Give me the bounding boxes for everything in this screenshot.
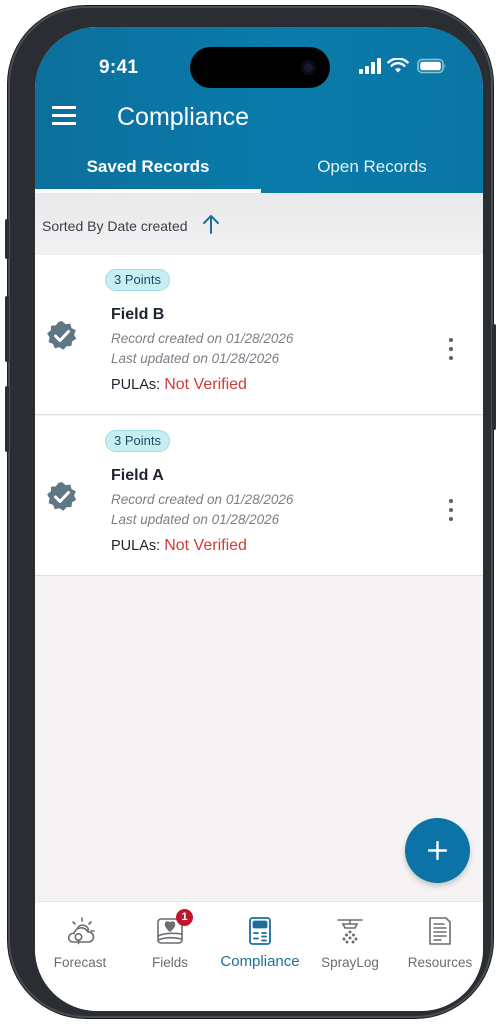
record-created-date: Record created on 01/28/2026 bbox=[111, 331, 294, 346]
arrow-up-icon[interactable] bbox=[201, 213, 221, 235]
bottom-navigation: Forecast 1 Fields Compliance SprayLog Re… bbox=[35, 901, 483, 1011]
cellular-signal-icon bbox=[359, 58, 381, 74]
wifi-icon bbox=[387, 58, 409, 73]
nav-label-resources: Resources bbox=[407, 955, 473, 970]
nav-item-resources[interactable]: Resources bbox=[395, 902, 483, 992]
sort-label[interactable]: Sorted By Date created bbox=[42, 218, 188, 234]
hamburger-menu-icon[interactable] bbox=[52, 106, 76, 126]
action-button bbox=[5, 219, 9, 259]
add-record-button[interactable] bbox=[405, 818, 470, 883]
nav-label-compliance: Compliance bbox=[220, 953, 300, 970]
battery-icon bbox=[417, 58, 446, 74]
nav-item-spraylog[interactable]: SprayLog bbox=[305, 902, 395, 992]
more-options-icon[interactable] bbox=[445, 338, 457, 360]
calculator-icon bbox=[249, 917, 271, 945]
page-title: Compliance bbox=[117, 103, 250, 131]
pulas-label: PULAs: bbox=[111, 538, 161, 554]
tab-open-records[interactable]: Open Records bbox=[261, 157, 483, 193]
pulas-value: Not Verified bbox=[164, 537, 247, 554]
dynamic-island bbox=[190, 47, 330, 88]
nav-item-forecast[interactable]: Forecast bbox=[35, 902, 125, 992]
app-header: 9:41 Compliance Saved Records Open Recor… bbox=[35, 27, 483, 193]
points-badge: 3 Points bbox=[105, 430, 170, 452]
record-card[interactable]: 3 Points Field B Record created on 01/28… bbox=[35, 255, 483, 415]
record-card[interactable]: 3 Points Field A Record created on 01/28… bbox=[35, 416, 483, 576]
tab-saved-records[interactable]: Saved Records bbox=[35, 157, 261, 193]
points-badge: 3 Points bbox=[105, 269, 170, 291]
verified-badge-icon bbox=[47, 321, 77, 350]
fields-notification-badge: 1 bbox=[176, 909, 193, 926]
nav-label-spraylog: SprayLog bbox=[321, 955, 379, 970]
pulas-status: PULAs: Not Verified bbox=[111, 537, 247, 555]
status-time: 9:41 bbox=[99, 57, 139, 78]
front-camera bbox=[301, 60, 316, 75]
nav-label-forecast: Forecast bbox=[53, 955, 107, 970]
record-updated-date: Last updated on 01/28/2026 bbox=[111, 351, 280, 366]
cloud-sun-icon bbox=[67, 917, 95, 945]
record-field-name: Field A bbox=[111, 467, 164, 484]
status-bar: 9:41 bbox=[35, 27, 483, 97]
volume-up-button bbox=[5, 296, 9, 362]
phone-screen: 9:41 Compliance Saved Records Open Recor… bbox=[35, 27, 483, 1011]
verified-badge-icon bbox=[47, 482, 77, 511]
more-options-icon[interactable] bbox=[445, 499, 457, 521]
power-button bbox=[492, 324, 496, 430]
record-field-name: Field B bbox=[111, 306, 165, 323]
sprayer-icon bbox=[337, 919, 363, 944]
nav-item-compliance[interactable]: Compliance bbox=[215, 902, 305, 992]
document-icon bbox=[429, 917, 451, 945]
plus-icon bbox=[428, 841, 447, 860]
status-icons bbox=[359, 58, 447, 76]
nav-item-fields[interactable]: 1 Fields bbox=[125, 902, 215, 992]
phone-frame: 9:41 Compliance Saved Records Open Recor… bbox=[5, 6, 496, 1018]
sort-bar: Sorted By Date created bbox=[35, 193, 483, 255]
nav-label-fields: Fields bbox=[151, 955, 188, 970]
pulas-value: Not Verified bbox=[164, 376, 247, 393]
pulas-label: PULAs: bbox=[111, 377, 161, 393]
record-created-date: Record created on 01/28/2026 bbox=[111, 492, 294, 507]
pulas-status: PULAs: Not Verified bbox=[111, 376, 247, 394]
volume-down-button bbox=[5, 386, 9, 452]
record-updated-date: Last updated on 01/28/2026 bbox=[111, 512, 280, 527]
